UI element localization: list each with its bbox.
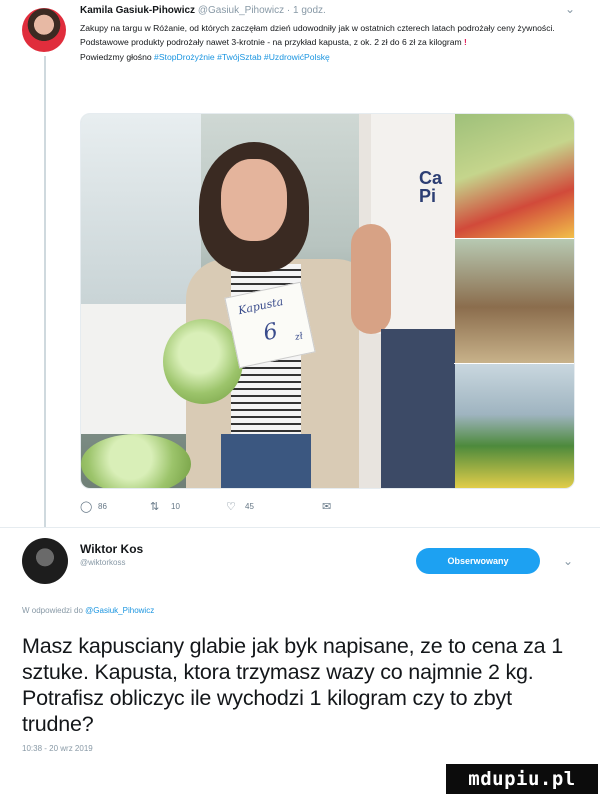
man-jeans bbox=[381, 329, 455, 488]
author-avatar[interactable] bbox=[22, 8, 66, 52]
price-sign-label: Kapusta bbox=[236, 294, 285, 318]
cabbage bbox=[81, 434, 191, 488]
shirt-text: Ca Pi bbox=[419, 168, 443, 206]
woman-jeans bbox=[221, 434, 311, 488]
like-count: 45 bbox=[245, 502, 254, 511]
exclamation-emoji: ! bbox=[464, 37, 467, 48]
reply-text: Masz kapusciany glabie jak byk napisane,… bbox=[22, 634, 563, 736]
market-photo[interactable]: Kapusta 6 zł Ca Pi bbox=[81, 114, 461, 488]
woman-face bbox=[221, 159, 287, 241]
price-sign-price: 6 bbox=[261, 318, 281, 347]
reply-prefix: W odpowiedzi do bbox=[22, 606, 83, 615]
envelope-icon[interactable]: ✉ bbox=[322, 500, 331, 513]
chevron-down-icon[interactable]: ⌄ bbox=[565, 2, 575, 16]
tweet-header: Kamila Gasiuk-Pihowicz @Gasiuk_Pihowicz … bbox=[80, 5, 326, 16]
reply-timestamp[interactable]: 10:38 - 20 wrz 2019 bbox=[22, 744, 93, 753]
tweet-media[interactable]: Kapusta 6 zł Ca Pi bbox=[80, 113, 575, 489]
reply-author-handle[interactable]: @wiktorkoss bbox=[80, 558, 125, 567]
tweet-age[interactable]: 1 godz. bbox=[293, 5, 326, 16]
tweet-body: Zakupy na targu w Różanie, od których za… bbox=[80, 23, 555, 48]
retweet-icon[interactable]: ⇅ bbox=[150, 500, 159, 513]
tweet-body-line2: Powiedzmy głośno bbox=[80, 51, 152, 62]
thread-line bbox=[44, 56, 46, 528]
author-handle[interactable]: @Gasiuk_Pihowicz bbox=[198, 5, 284, 16]
hashtags[interactable]: #StopDrożyźnie #TwójSztab #UzdrowićPolsk… bbox=[154, 52, 330, 62]
reply-count: 86 bbox=[98, 502, 107, 511]
tile-divider bbox=[454, 238, 574, 239]
reply-to-handle[interactable]: @Gasiuk_Pihowicz bbox=[85, 606, 154, 615]
price-sign-unit: zł bbox=[294, 331, 304, 343]
market-photo-4[interactable] bbox=[455, 364, 574, 488]
watermark-logo: mdupiu.pl bbox=[446, 764, 598, 794]
header-separator: · bbox=[286, 5, 291, 16]
heart-icon[interactable]: ♡ bbox=[226, 500, 236, 513]
original-tweet[interactable]: Kamila Gasiuk-Pihowicz @Gasiuk_Pihowicz … bbox=[0, 0, 600, 528]
reply-author-avatar[interactable] bbox=[22, 538, 68, 584]
tile-divider bbox=[454, 363, 574, 364]
following-button[interactable]: Obserwowany bbox=[416, 548, 540, 574]
retweet-count: 10 bbox=[171, 502, 180, 511]
reply-context: W odpowiedzi do @Gasiuk_Pihowicz bbox=[22, 606, 154, 615]
tweet-text: Zakupy na targu w Różanie, od których za… bbox=[80, 21, 575, 64]
reply-icon[interactable]: ◯ bbox=[80, 500, 92, 513]
market-photo-3[interactable] bbox=[455, 239, 574, 363]
author-name[interactable]: Kamila Gasiuk-Pihowicz bbox=[80, 5, 195, 16]
man-arm bbox=[351, 224, 391, 334]
market-stall bbox=[81, 114, 201, 304]
reply-author-name[interactable]: Wiktor Kos bbox=[80, 542, 143, 556]
chevron-down-icon[interactable]: ⌄ bbox=[563, 554, 573, 568]
divider bbox=[0, 527, 600, 528]
market-photo-2[interactable] bbox=[455, 114, 574, 238]
